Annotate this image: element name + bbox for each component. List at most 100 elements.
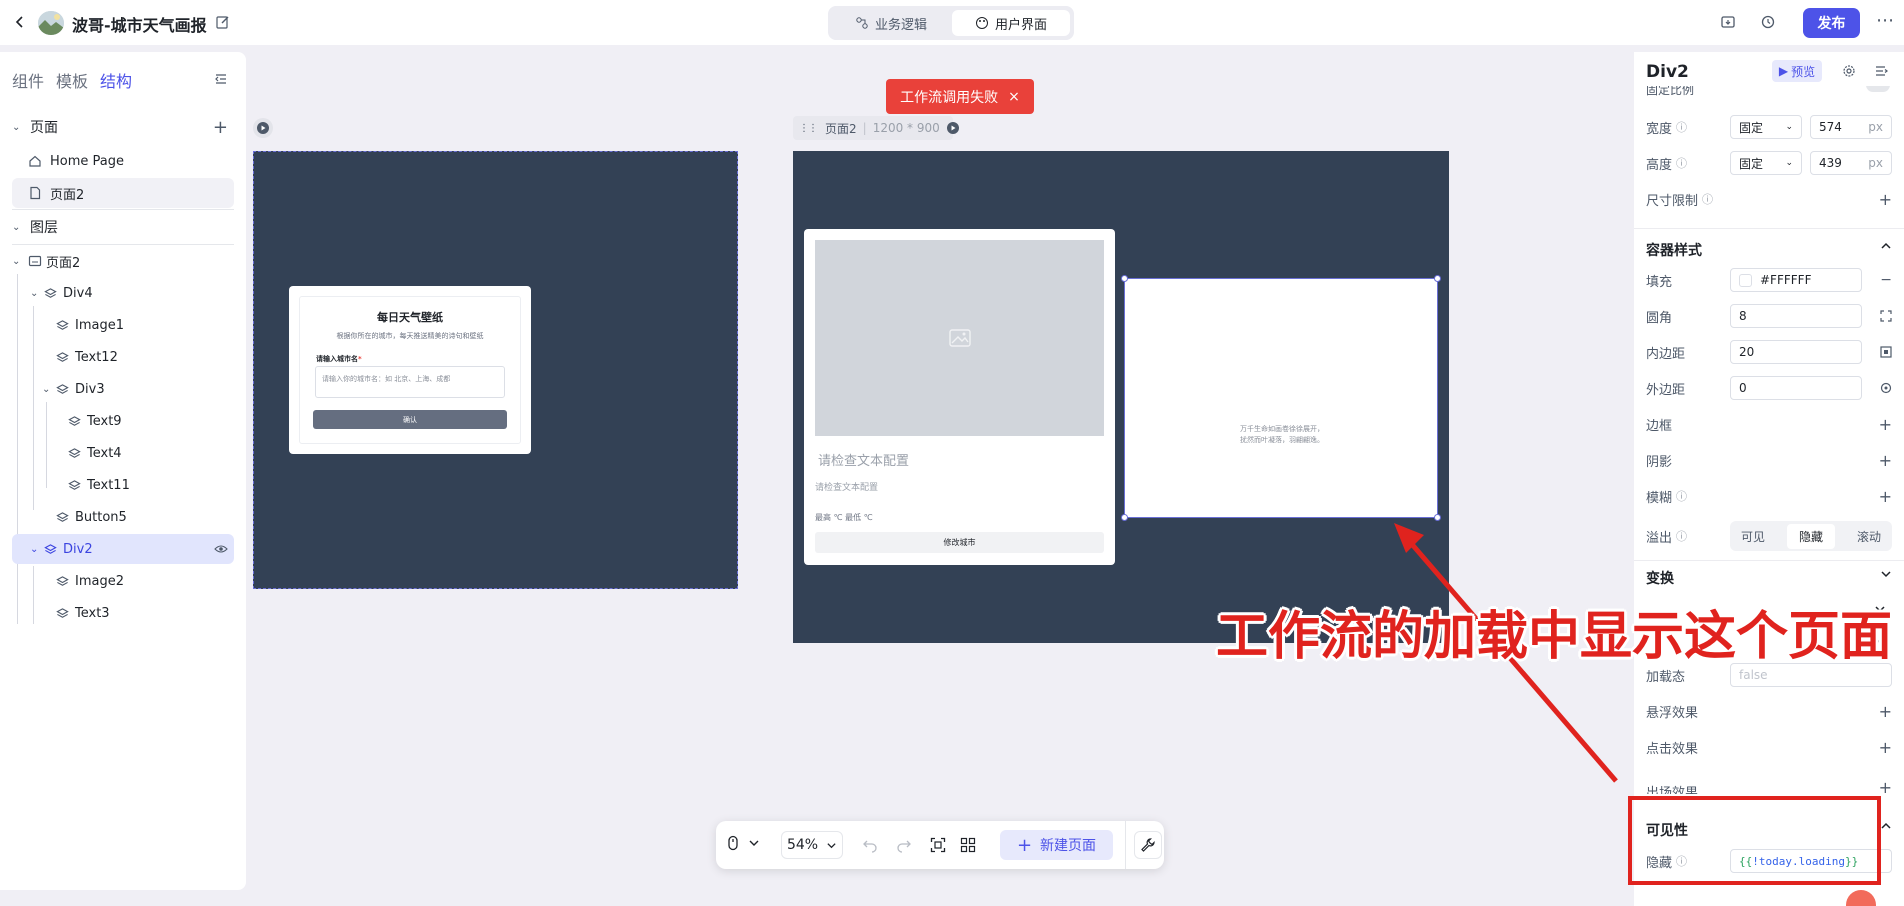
add-border-icon[interactable]: + — [1879, 415, 1892, 434]
info-icon: ⓘ — [1676, 530, 1688, 543]
height-mode-select[interactable]: 固定 ⌄ — [1730, 151, 1802, 175]
preview-button[interactable]: ▶ 预览 — [1772, 60, 1822, 82]
left-panel-tabs: 组件 模板 结构 — [12, 68, 144, 92]
temperature-text: 最高 ℃ 最低 ℃ — [815, 513, 873, 522]
eye-icon[interactable] — [214, 542, 228, 556]
radius-row: 圆角 8 — [1646, 301, 1892, 331]
width-input[interactable]: 574 px — [1810, 115, 1892, 139]
ratio-toggle[interactable] — [1866, 86, 1890, 92]
tab-components[interactable]: 组件 — [12, 72, 44, 91]
layer-item-text12[interactable]: Text12 — [12, 342, 234, 372]
tab-templates[interactable]: 模板 — [56, 72, 88, 91]
padding-input[interactable]: 20 — [1730, 340, 1862, 364]
page-item-page2[interactable]: 页面2 — [12, 178, 234, 208]
resize-handle[interactable] — [1121, 275, 1128, 282]
layers-section-header[interactable]: ⌄ 图层 — [12, 212, 234, 242]
tab-user-interface[interactable]: 用户界面 — [952, 10, 1070, 36]
weather-result-card[interactable]: 请检查文本配置 请检查文本配置 最高 ℃ 最低 ℃ 修改城市 — [804, 229, 1115, 565]
page-item-home[interactable]: Home Page — [12, 146, 234, 176]
tab-structure[interactable]: 结构 — [100, 72, 132, 91]
transform-header[interactable]: 变换 — [1646, 568, 1892, 588]
tab-business-logic[interactable]: 业务逻辑 — [832, 10, 950, 36]
padding-icon[interactable] — [1880, 346, 1892, 358]
layers-icon — [44, 287, 57, 300]
layer-item-page2[interactable]: ⌄ 页面2 — [12, 246, 234, 276]
play-icon[interactable] — [946, 121, 960, 135]
corners-icon[interactable] — [1880, 310, 1892, 322]
more-icon[interactable]: ⋯ — [1876, 10, 1894, 31]
change-city-button[interactable]: 修改城市 — [815, 532, 1104, 553]
history-icon[interactable] — [1760, 14, 1776, 30]
layer-item-text11[interactable]: Text11 — [12, 470, 234, 500]
drag-handle-icon[interactable]: ⋮⋮ — [799, 123, 818, 134]
add-size-limit-icon[interactable]: + — [1879, 190, 1892, 209]
layers-icon — [68, 415, 81, 428]
add-hover-icon[interactable]: + — [1879, 702, 1892, 721]
layer-item-image2[interactable]: Image2 — [12, 566, 234, 596]
chevron-down-icon — [1880, 568, 1892, 588]
close-icon[interactable]: × — [1008, 89, 1020, 105]
weather-form-card[interactable]: 每日天气壁纸 根据你所在的城市，每天推送精美的诗句和壁纸 请输入城市名* 请输入… — [289, 286, 531, 454]
annotation-highlight-box — [1628, 796, 1881, 885]
panel-toggle-icon[interactable] — [1874, 64, 1888, 78]
layer-item-div2[interactable]: ⌄ Div2 — [12, 534, 234, 564]
save-to-device-icon[interactable] — [1720, 14, 1736, 30]
layer-item-div4[interactable]: ⌄ Div4 — [12, 278, 234, 308]
overflow-hidden-option[interactable]: 隐藏 — [1786, 523, 1835, 549]
height-input[interactable]: 439 px — [1810, 151, 1892, 175]
play-page-button[interactable] — [253, 118, 273, 138]
gear-icon[interactable] — [1842, 64, 1856, 78]
overflow-scroll-option[interactable]: 滚动 — [1857, 528, 1881, 545]
grid-icon[interactable] — [960, 837, 976, 853]
settings-wrench-button[interactable] — [1134, 831, 1162, 859]
assistant-avatar-icon[interactable] — [1846, 890, 1876, 906]
overflow-visible-option[interactable]: 可见 — [1741, 528, 1765, 545]
chevron-down-icon: ⌄ — [30, 287, 39, 299]
color-swatch[interactable] — [1739, 273, 1752, 287]
page-icon — [28, 186, 42, 200]
layer-item-button5[interactable]: Button5 — [12, 502, 234, 532]
zoom-select[interactable]: 54% — [781, 831, 843, 859]
back-icon[interactable] — [12, 14, 28, 30]
collapse-panel-icon[interactable] — [214, 72, 228, 86]
resize-handle[interactable] — [1121, 514, 1128, 521]
chevron-down-icon: ⌄ — [1785, 158, 1793, 168]
city-input[interactable]: 请输入你的城市名：如 北京、上海、成都 — [315, 366, 505, 398]
layers-icon — [56, 575, 69, 588]
layer-item-text9[interactable]: Text9 — [12, 406, 234, 436]
divider — [1125, 821, 1126, 869]
layer-item-text4[interactable]: Text4 — [12, 438, 234, 468]
confirm-button[interactable]: 确认 — [313, 410, 507, 429]
info-icon: ⓘ — [1676, 490, 1688, 503]
margin-input[interactable]: 0 — [1730, 376, 1862, 400]
fit-screen-icon[interactable] — [930, 837, 946, 853]
edit-icon[interactable] — [216, 15, 230, 29]
canvas-toolbar: 54% + 新建页面 — [716, 821, 1164, 869]
add-page-icon[interactable]: + — [213, 117, 228, 138]
fill-input[interactable]: #FFFFFF — [1730, 268, 1862, 292]
add-blur-icon[interactable]: + — [1879, 487, 1892, 506]
layer-item-image1[interactable]: Image1 — [12, 310, 234, 340]
overflow-row: 溢出 ⓘ 可见 隐藏 滚动 — [1646, 521, 1892, 551]
redo-icon[interactable] — [896, 837, 912, 853]
add-click-icon[interactable]: + — [1879, 738, 1892, 757]
pointer-mode-select[interactable] — [726, 835, 760, 851]
add-shadow-icon[interactable]: + — [1879, 451, 1892, 470]
add-enter-icon[interactable]: + — [1879, 778, 1892, 794]
minus-icon[interactable]: − — [1880, 272, 1892, 288]
width-mode-select[interactable]: 固定 ⌄ — [1730, 115, 1802, 139]
margin-icon[interactable] — [1880, 382, 1892, 394]
undo-icon[interactable] — [862, 837, 878, 853]
loading-card-div2[interactable]: 万千生命如画卷徐徐展开， 扰然而叶凝落，羽翩翩逸。 — [1121, 275, 1441, 521]
container-style-header[interactable]: 容器样式 — [1646, 240, 1892, 260]
layer-item-text3[interactable]: Text3 — [12, 598, 234, 628]
publish-button[interactable]: 发布 — [1803, 8, 1860, 38]
divider — [1634, 228, 1904, 229]
info-icon: ⓘ — [1702, 193, 1714, 206]
resize-handle[interactable] — [1434, 275, 1441, 282]
pages-section-header[interactable]: ⌄ 页面 + — [12, 112, 234, 142]
new-page-button[interactable]: + 新建页面 — [1000, 830, 1113, 860]
layer-item-div3[interactable]: ⌄ Div3 — [12, 374, 234, 404]
overflow-segmented: 可见 隐藏 滚动 — [1730, 521, 1892, 551]
radius-input[interactable]: 8 — [1730, 304, 1862, 328]
